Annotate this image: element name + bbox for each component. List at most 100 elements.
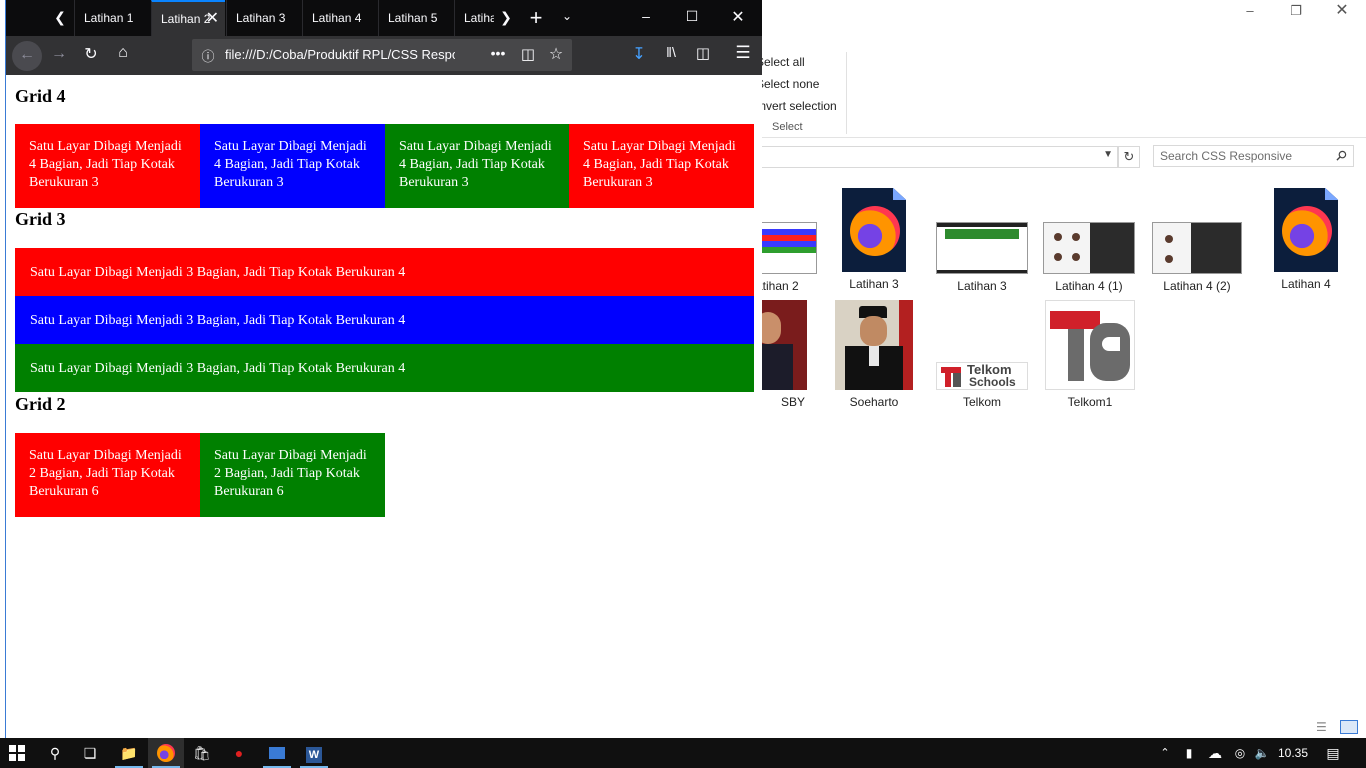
file-item[interactable]: Latihan 4 <box>1256 188 1356 291</box>
address-bar[interactable]: ▼ <box>760 146 1118 168</box>
nav-toolbar: ← → ↻ ⌂ ⓘ file:///D:/Coba/Produktif RPL/… <box>6 36 762 75</box>
tab-latihan-1[interactable]: Latihan 1 <box>74 0 150 36</box>
tab-latihan-4[interactable]: Latihan 4 <box>302 0 378 36</box>
minimize-button[interactable]: – <box>634 8 658 24</box>
bookmark-star-icon[interactable]: ☆ <box>546 44 566 64</box>
file-explorer-window: – ❐ ✕ ⌃ ? Select all Select none Invert … <box>729 0 1366 738</box>
firefox-taskbar-icon[interactable] <box>148 738 184 768</box>
tab-strip: ❮ Latihan 1 Latihan 2 ✕ Latihan 3 Latihan… <box>6 0 762 36</box>
grid4-title: Grid 4 <box>15 86 66 106</box>
file-item[interactable]: Latihan 3 <box>824 188 924 291</box>
grid2-cell: Satu Layar Dibagi Menjadi 2 Bagian, Jadi… <box>200 433 385 517</box>
schools-logo-text: Schools <box>969 375 1016 389</box>
close-button[interactable]: ✕ <box>726 7 750 27</box>
file-explorer-icon[interactable]: 📁 <box>111 738 147 768</box>
file-name: Latihan 4 (2) <box>1163 279 1231 293</box>
file-grid: Latihan 2 Latihan 3 Latihan 3 Latihan 4 … <box>729 180 1366 720</box>
word-icon[interactable]: W <box>296 738 332 768</box>
file-item[interactable]: Latihan 3 <box>932 222 1032 293</box>
ribbon-group-label: Select <box>772 121 803 133</box>
ribbon: Select all Select none Invert selection … <box>756 48 1366 138</box>
grid4-cell: Satu Layar Dibagi Menjadi 4 Bagian, Jadi… <box>385 124 569 208</box>
app-blue-icon[interactable] <box>259 738 295 768</box>
search-placeholder: Search CSS Responsive <box>1160 149 1293 163</box>
new-tab-icon[interactable]: + <box>524 5 548 31</box>
details-view-icon[interactable]: ☰ <box>1316 720 1327 734</box>
pocket-icon[interactable]: ◫ <box>518 45 538 63</box>
sidebar-icon[interactable]: ◫ <box>692 44 714 62</box>
file-item[interactable]: Latihan 4 (1) <box>1039 222 1139 293</box>
forward-icon[interactable]: → <box>48 45 70 63</box>
select-none-button[interactable]: Select none <box>756 74 819 94</box>
tab-latihan-5[interactable]: Latihan 5 <box>378 0 454 36</box>
file-name: Telkom1 <box>1067 395 1113 409</box>
ribbon-separator <box>846 52 847 134</box>
download-icon[interactable]: ↧ <box>628 44 650 64</box>
file-name: Latihan 3 <box>957 279 1007 293</box>
grid3-title: Grid 3 <box>15 209 66 229</box>
close-tab-icon[interactable]: ✕ <box>206 2 219 36</box>
tab-label: Latihan 6 <box>464 11 494 25</box>
page-content: Grid 4 Satu Layar Dibagi Menjadi 4 Bagia… <box>6 75 762 738</box>
search-input[interactable]: Search CSS Responsive <box>1153 145 1354 167</box>
task-view-icon[interactable]: ❏ <box>72 738 108 768</box>
info-icon[interactable]: ⓘ <box>200 46 216 65</box>
invert-selection-button[interactable]: Invert selection <box>756 96 837 116</box>
tab-label: Latihan 1 <box>84 11 134 25</box>
search-icon[interactable]: ⚲ <box>37 738 73 768</box>
grid4-cell: Satu Layar Dibagi Menjadi 4 Bagian, Jadi… <box>200 124 385 208</box>
ribbon-tabs: ⌃ ? <box>760 24 1366 64</box>
taskbar: ⚲ ❏ 📁 🛍 ● W ⌃ ▮ ☁ ◎ 🔈 10.35 ▤ <box>0 738 1366 768</box>
file-name: Latihan 4 (1) <box>1055 279 1123 293</box>
file-item[interactable]: Telkom Schools Telkom <box>932 300 1032 409</box>
large-icons-view-icon[interactable] <box>1340 720 1358 734</box>
photo-thumbnail <box>835 300 913 390</box>
page-actions-icon[interactable]: ••• <box>488 45 508 61</box>
menu-icon[interactable]: ☰ <box>732 43 754 63</box>
chevron-down-icon[interactable]: ▼ <box>1103 149 1113 160</box>
file-item[interactable]: Soeharto <box>824 300 924 409</box>
close-button[interactable]: ✕ <box>1319 0 1365 24</box>
restore-button[interactable]: ❐ <box>1273 0 1319 24</box>
onedrive-cloud-icon[interactable]: ☁ <box>1204 738 1226 768</box>
volume-icon[interactable]: 🔈 <box>1252 738 1272 768</box>
firefox-document-icon <box>842 188 906 272</box>
url-text[interactable]: file:///D:/Coba/Produktif RPL/CSS Respon… <box>225 39 455 71</box>
windows-start-icon[interactable] <box>0 738 34 768</box>
battery-icon[interactable]: ▮ <box>1178 738 1200 768</box>
grid3-cell: Satu Layar Dibagi Menjadi 3 Bagian, Jadi… <box>15 248 754 296</box>
tab-label: Latihan 5 <box>388 11 438 25</box>
tab-scroll-left-icon[interactable]: ❮ <box>50 9 70 26</box>
grid4-cell: Satu Layar Dibagi Menjadi 4 Bagian, Jadi… <box>569 124 754 208</box>
tab-latihan-2[interactable]: Latihan 2 ✕ <box>151 0 225 36</box>
home-icon[interactable]: ⌂ <box>112 44 134 62</box>
screenshot-thumbnail <box>1043 222 1135 274</box>
app-red-icon[interactable]: ● <box>221 738 257 768</box>
screenshot-thumbnail <box>1152 222 1242 274</box>
tab-label: Latihan 3 <box>236 11 286 25</box>
file-name: Telkom <box>962 395 1001 409</box>
view-toggles: ☰ <box>1316 720 1360 734</box>
tab-latihan-6[interactable]: Latihan 6 <box>454 0 494 36</box>
grid2-cell: Satu Layar Dibagi Menjadi 2 Bagian, Jadi… <box>15 433 200 517</box>
tab-latihan-3[interactable]: Latihan 3 <box>226 0 302 36</box>
list-tabs-chevron-icon[interactable]: ⌄ <box>556 9 578 23</box>
clock[interactable]: 10.35 <box>1278 738 1308 768</box>
store-icon[interactable]: 🛍 <box>184 738 220 768</box>
refresh-icon[interactable]: ↻ <box>1118 146 1140 168</box>
show-hidden-icons-chevron-icon[interactable]: ⌃ <box>1156 738 1174 768</box>
ts-logo-thumbnail <box>1045 300 1135 390</box>
screenshot-thumbnail <box>936 222 1028 274</box>
library-icon[interactable]: ‖\ <box>660 44 682 60</box>
tab-scroll-right-icon[interactable]: ❯ <box>496 9 516 26</box>
minimize-button[interactable]: – <box>1227 0 1273 24</box>
action-center-icon[interactable]: ▤ <box>1318 738 1348 768</box>
reload-icon[interactable]: ↻ <box>80 44 102 64</box>
select-all-button[interactable]: Select all <box>756 52 805 72</box>
file-item[interactable]: Latihan 4 (2) <box>1147 222 1247 293</box>
url-bar[interactable]: ⓘ file:///D:/Coba/Produktif RPL/CSS Resp… <box>192 39 572 71</box>
back-icon[interactable]: ← <box>12 41 42 71</box>
maximize-button[interactable]: ☐ <box>680 8 704 25</box>
wifi-icon[interactable]: ◎ <box>1230 738 1250 768</box>
file-item[interactable]: Telkom1 <box>1040 300 1140 409</box>
